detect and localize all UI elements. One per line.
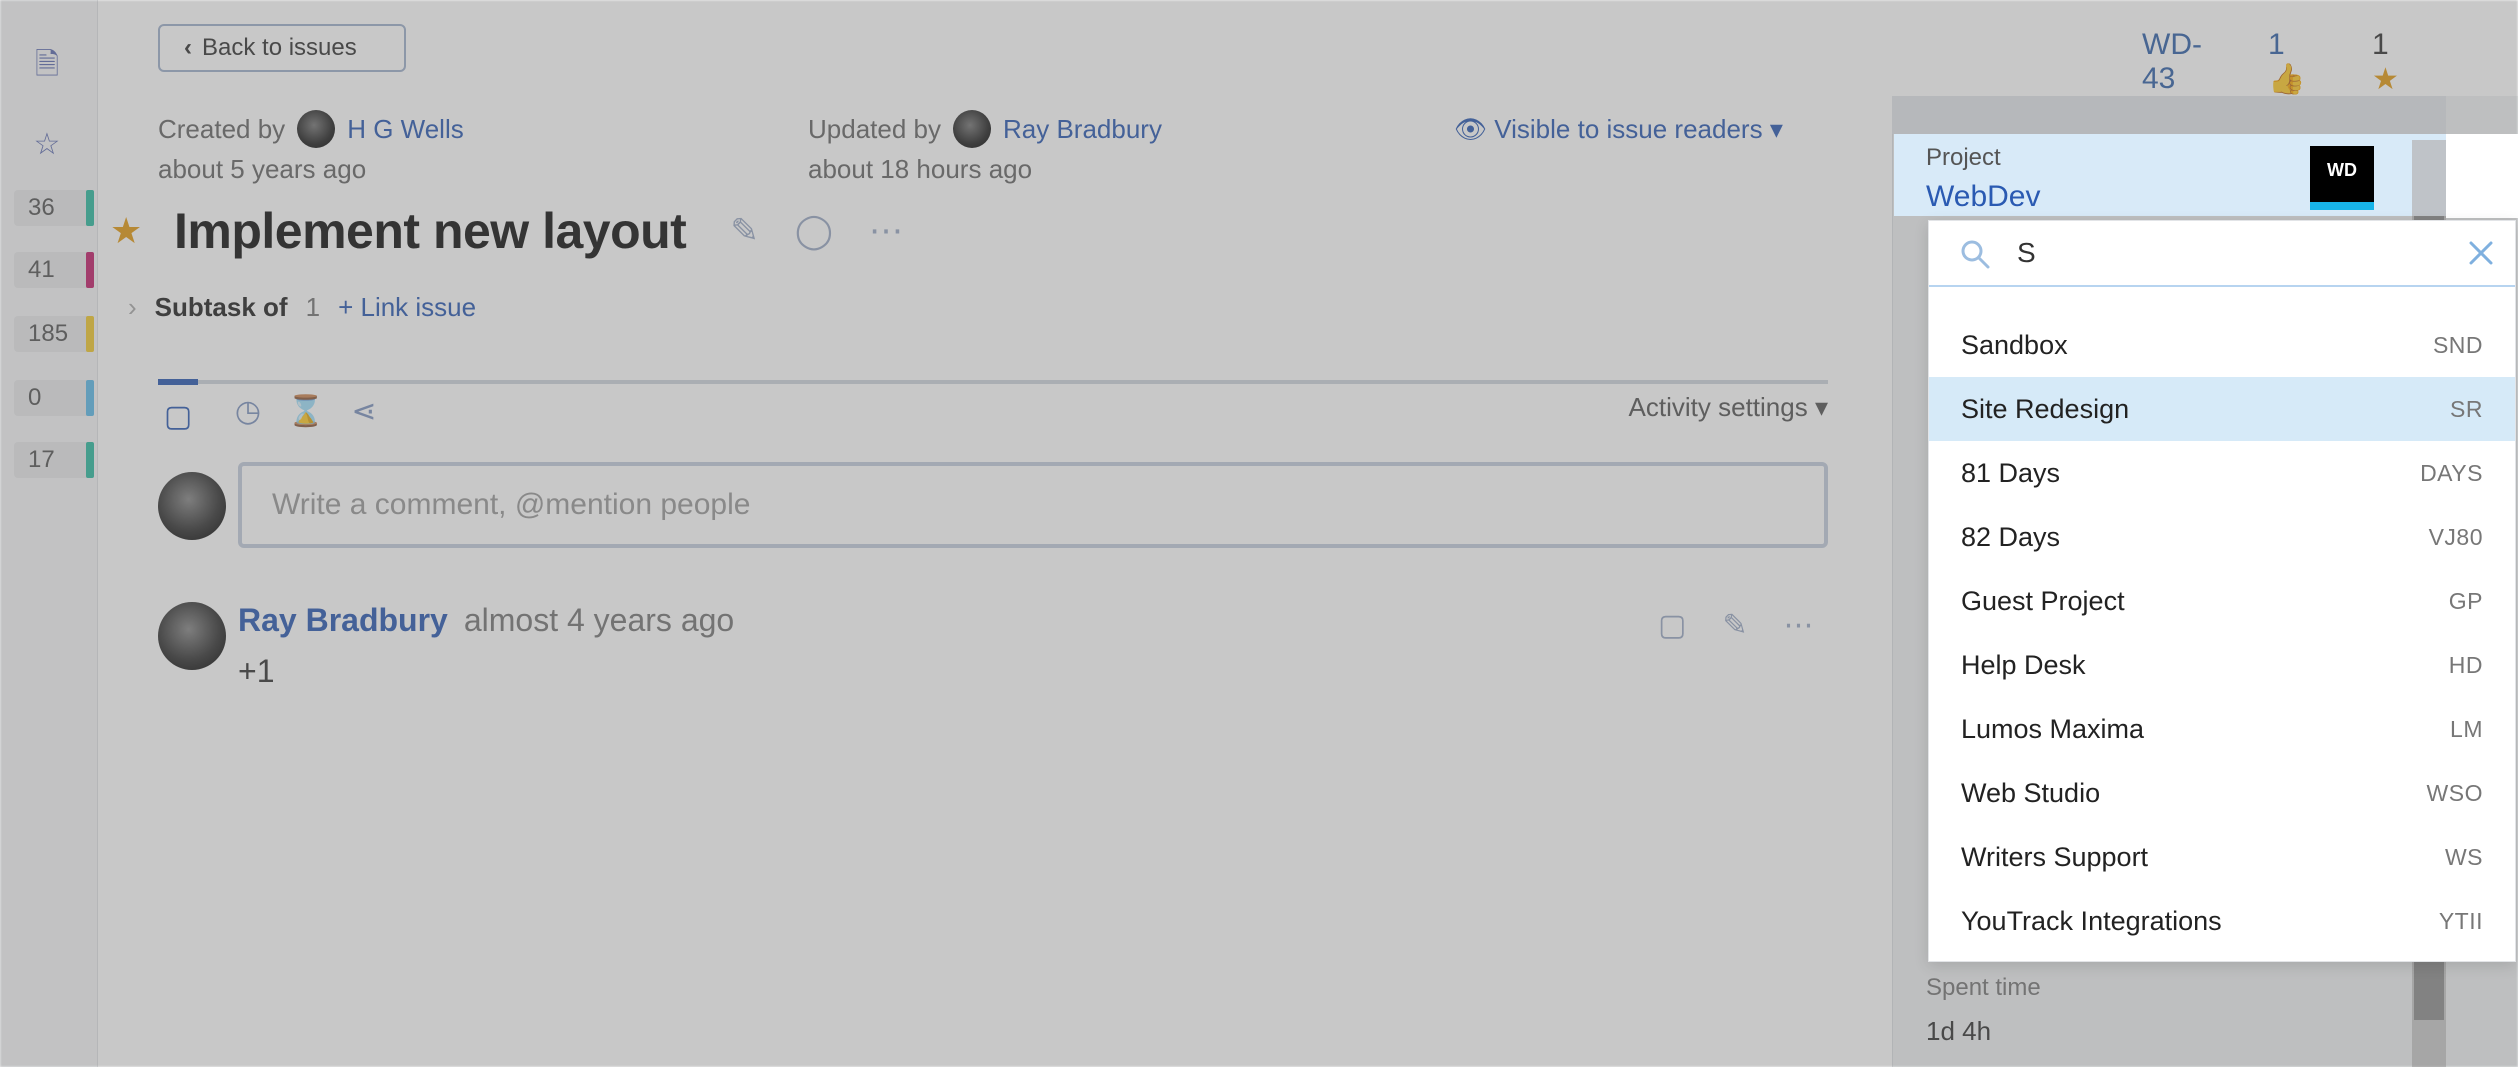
work-tab-icon[interactable]: ⌛ (286, 394, 326, 434)
chevron-right-icon[interactable]: › (128, 292, 137, 323)
count-color-bar (86, 190, 94, 226)
edit-icon[interactable]: ✎ (1722, 608, 1747, 643)
project-option-selected[interactable]: Site Redesign SR (1929, 377, 2515, 441)
panel-edge (2446, 134, 2518, 218)
count-color-bar (86, 442, 94, 478)
star-icon: ★ (2372, 63, 2399, 96)
title-row: ★ Implement new layout ✎ ◯ ⋯ (110, 202, 903, 260)
star-icon[interactable]: ☆ (30, 128, 64, 162)
avatar (952, 110, 991, 148)
vote-button[interactable]: 1 👍 (2268, 28, 2305, 97)
rail-count-3[interactable]: 185 (14, 316, 94, 352)
rail-count-1[interactable]: 36 (14, 190, 94, 226)
avatar (297, 110, 336, 148)
left-rail: 🗎 ☆ 36 41 185 0 17 (0, 0, 98, 1067)
panel-scroll-thumb-top[interactable] (2412, 140, 2446, 216)
chevron-down-icon: ▾ (1769, 114, 1783, 144)
subtask-row: › Subtask of 1 + Link issue (128, 292, 477, 323)
project-value[interactable]: WebDev (1926, 180, 2041, 214)
comment-item: Ray Bradbury almost 4 years ago +1 (238, 602, 735, 689)
close-icon[interactable] (2461, 233, 2501, 273)
project-dropdown: SandboxSND Site RedesignSR 81 DaysDAYS 8… (1928, 220, 2516, 962)
logo-stripe (2310, 202, 2374, 210)
count-color-bar (86, 252, 94, 288)
rail-count-2[interactable]: 41 (14, 252, 94, 288)
thumbs-up-icon: 👍 (2268, 63, 2306, 96)
spent-time-field[interactable]: Spent time 1d 4h (1926, 974, 2041, 1047)
plus-icon: + (338, 292, 361, 322)
project-option[interactable]: YouTrack Integrations YTII (1929, 889, 2515, 953)
project-option[interactable]: Help Desk HD (1929, 633, 2515, 697)
more-icon[interactable]: ⋯ (1784, 608, 1814, 643)
title-tools: ✎ ◯ ⋯ (730, 211, 903, 251)
comment-author[interactable]: Ray Bradbury (238, 602, 448, 638)
project-option[interactable]: Writers Support WS (1929, 825, 2515, 889)
comment-tools: ▢ ✎ ⋯ (1658, 608, 1814, 643)
comment-text: +1 (238, 653, 275, 689)
visibility-dropdown[interactable]: 👁 Visible to issue readers ▾ (1454, 114, 1783, 145)
vcs-tab-icon[interactable]: ⋖ (344, 394, 384, 434)
project-option[interactable]: 82 Days VJ80 (1929, 505, 2515, 569)
edit-icon[interactable]: ✎ (730, 211, 759, 251)
history-tab-icon[interactable]: ◷ (228, 394, 268, 434)
project-search-input[interactable] (2017, 237, 2417, 269)
project-option[interactable]: Guest Project GP (1929, 569, 2515, 633)
eye-icon: 👁 (1454, 114, 1488, 144)
star-icon[interactable]: ★ (110, 210, 150, 252)
back-to-issues-button[interactable]: ‹ Back to issues (158, 24, 406, 72)
avatar (158, 602, 226, 670)
activity-settings[interactable]: Activity settings ▾ (1629, 392, 1828, 423)
created-by-link[interactable]: H G Wells (347, 114, 464, 145)
more-icon[interactable]: ⋯ (869, 211, 903, 251)
updated-by-link[interactable]: Ray Bradbury (1003, 114, 1162, 145)
rail-count-4[interactable]: 0 (14, 380, 94, 416)
count-color-bar (86, 380, 94, 416)
link-issue-button[interactable]: + Link issue (338, 292, 476, 323)
copy-link-icon[interactable]: ▢ (1658, 608, 1686, 643)
issue-id[interactable]: WD-43 (2142, 28, 2202, 96)
created-meta: Created by H G Wells about 5 years ago (158, 110, 464, 185)
project-option[interactable]: Sandbox SND (1929, 313, 2515, 377)
tag-icon[interactable]: ◯ (795, 211, 833, 251)
project-logo: WD (2310, 146, 2374, 210)
issue-title[interactable]: Implement new layout (174, 202, 687, 260)
updated-meta: Updated by Ray Bradbury about 18 hours ag… (808, 110, 1162, 185)
activity-tabs: ▢ ◷ ⌛ ⋖ Activity settings ▾ (158, 379, 1828, 433)
issue-page: 🗎 ☆ 36 41 185 0 17 ‹ Back to issues Creat… (0, 0, 2518, 1067)
panel-header (1892, 96, 2446, 134)
star-button[interactable]: 1 ★ (2372, 28, 2399, 97)
comments-tab-icon[interactable]: ▢ (158, 379, 198, 433)
project-option[interactable]: Web Studio WSO (1929, 761, 2515, 825)
comment-input[interactable]: Write a comment, @mention people (238, 462, 1828, 548)
project-option[interactable]: Lumos Maxima LM (1929, 697, 2515, 761)
avatar (158, 472, 226, 540)
chevron-left-icon: ‹ (184, 34, 192, 61)
project-option[interactable]: 81 Days DAYS (1929, 441, 2515, 505)
document-icon[interactable]: 🗎 (30, 48, 64, 82)
count-color-bar (86, 316, 94, 352)
rail-count-5[interactable]: 17 (14, 442, 94, 478)
search-icon (1961, 240, 1990, 269)
project-options: Sandbox SND Site Redesign SR 81 Days DAYS 8… (1929, 313, 2515, 953)
issue-main: ‹ Back to issues Created by H G Wells abou… (98, 0, 2399, 1067)
project-search (1929, 221, 2515, 287)
